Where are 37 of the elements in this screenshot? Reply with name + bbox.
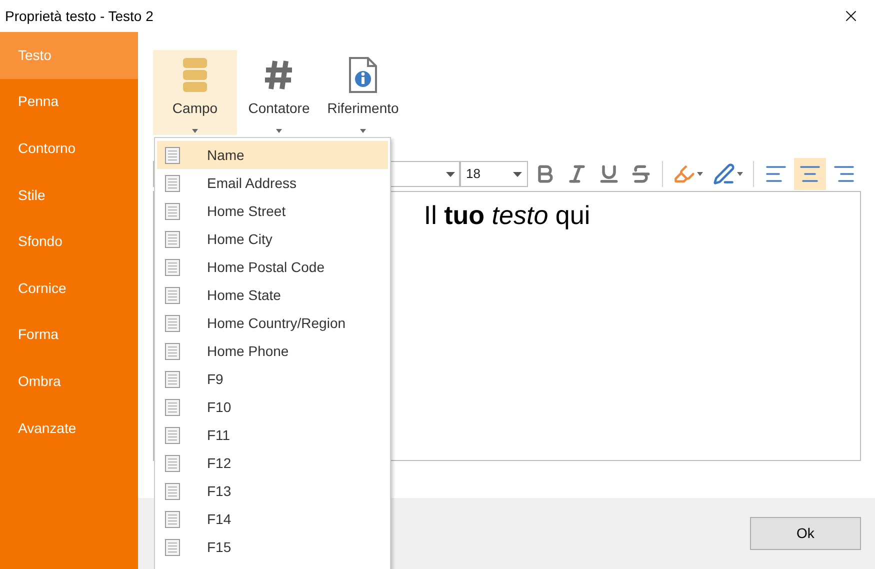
menu-item[interactable]: Name [157,141,388,169]
field-icon [165,510,180,528]
highlighter-icon [673,163,695,185]
window-title: Proprietà testo - Testo 2 [5,6,154,26]
italic-icon [566,163,588,185]
caret-icon [192,129,198,133]
field-icon [165,426,180,444]
underline-icon [598,163,620,185]
pen-icon [713,163,735,185]
caret-icon [446,172,455,176]
caret-icon [697,172,703,176]
stacked-bars-icon [182,57,208,93]
field-icon [165,230,180,248]
field-icon [165,538,180,556]
caret-icon [737,172,743,176]
field-icon [165,258,180,276]
field-icon [165,314,180,332]
field-icon [165,370,180,388]
caret-icon [513,172,522,176]
ribbon-button[interactable]: Campo [153,50,237,135]
editor-text: Il tuo testo qui [424,199,590,232]
field-icon [165,286,180,304]
ok-button[interactable]: Ok [750,517,861,550]
field-icon [165,454,180,472]
field-icon [165,174,180,192]
hash-icon [264,59,294,91]
field-icon [165,398,180,416]
field-icon [165,482,180,500]
font-size-dropdown[interactable]: 18 [460,161,528,187]
caret-icon [276,129,282,133]
field-icon [165,202,180,220]
strikethrough-icon [630,163,652,185]
caret-icon [360,129,366,133]
field-icon [165,146,180,164]
align-center-button[interactable] [794,158,826,190]
document-info-icon [348,57,378,93]
field-icon [165,342,180,360]
